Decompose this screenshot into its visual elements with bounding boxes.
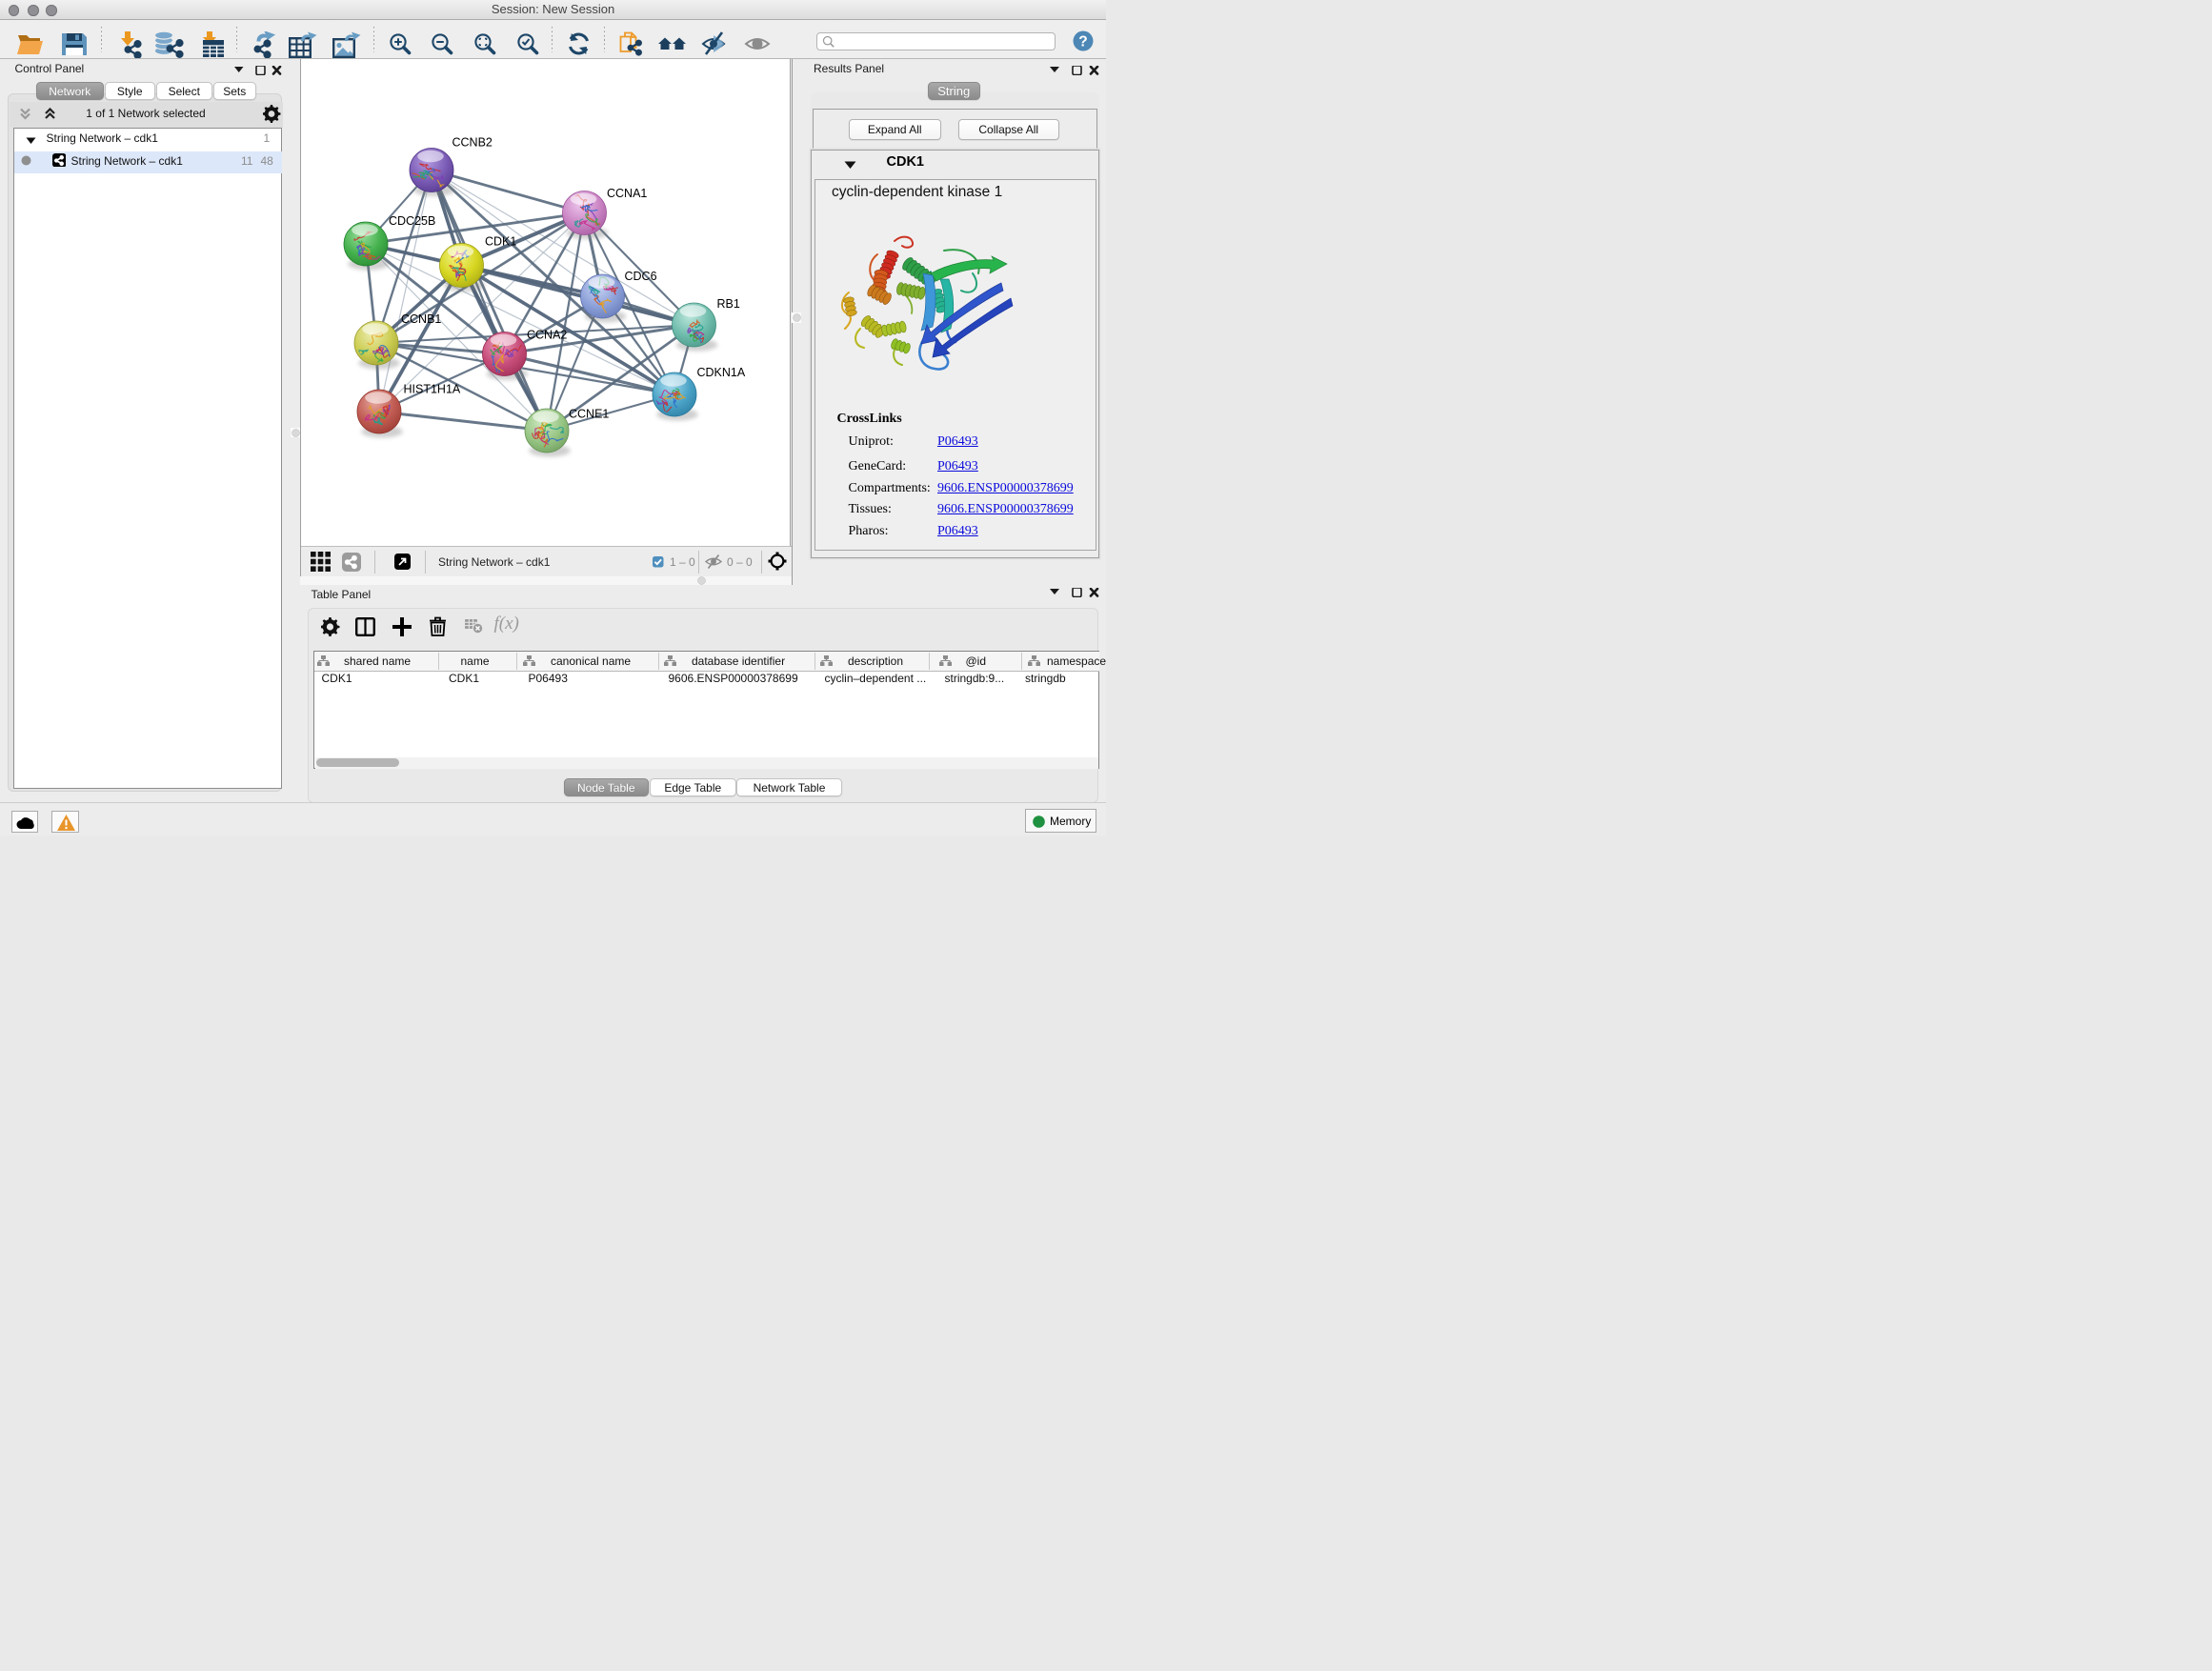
svg-text:?: ? bbox=[1078, 33, 1087, 50]
svg-text:RB1: RB1 bbox=[717, 297, 740, 311]
svg-text:CCNB1: CCNB1 bbox=[401, 312, 441, 326]
svg-text:CCNA2: CCNA2 bbox=[527, 329, 567, 342]
svg-text:CDC6: CDC6 bbox=[625, 270, 657, 283]
svg-text:CCNE1: CCNE1 bbox=[569, 408, 609, 421]
svg-text:CCNB2: CCNB2 bbox=[452, 136, 493, 150]
svg-text:HIST1H1A: HIST1H1A bbox=[404, 383, 461, 396]
svg-text:CDK1: CDK1 bbox=[485, 235, 516, 249]
svg-text:CCNA1: CCNA1 bbox=[607, 187, 647, 200]
svg-text:CDC25B: CDC25B bbox=[389, 214, 435, 228]
svg-text:CDKN1A: CDKN1A bbox=[697, 366, 746, 379]
